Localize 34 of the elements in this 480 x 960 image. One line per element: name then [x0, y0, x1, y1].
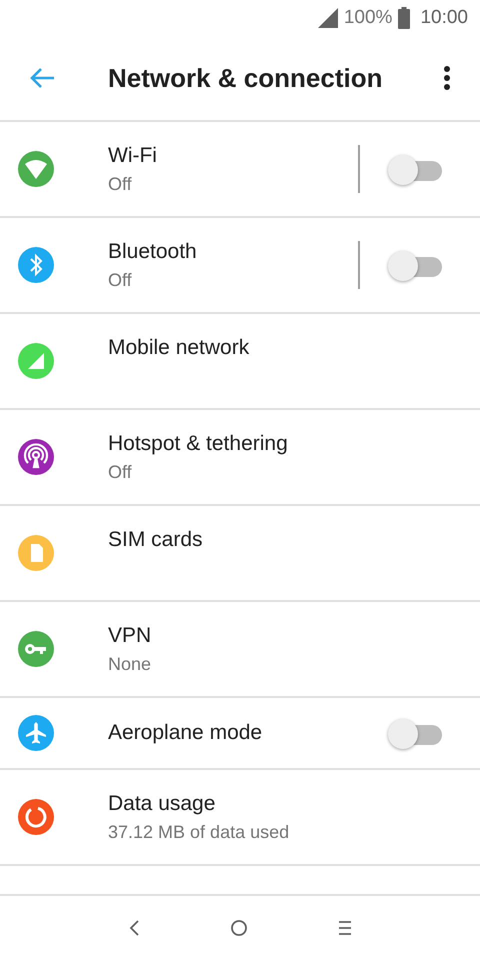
item-title: VPN [108, 624, 152, 648]
battery-level: 100% [344, 7, 392, 29]
toggle-switch[interactable] [388, 250, 442, 280]
toggle-switch[interactable] [388, 718, 442, 748]
item-status: None [108, 654, 152, 675]
item-title: Mobile network [108, 336, 250, 360]
item-status: Off [108, 270, 133, 291]
back-icon[interactable] [128, 919, 140, 937]
settings-item[interactable]: Aeroplane mode [0, 698, 480, 770]
home-icon[interactable] [230, 919, 248, 937]
back-arrow-icon[interactable] [29, 67, 55, 89]
item-title: Wi-Fi [108, 144, 158, 168]
settings-item[interactable]: Wi-Fi Off [0, 122, 480, 218]
item-status: Off [108, 462, 133, 483]
settings-item[interactable]: Bluetooth Off [0, 218, 480, 314]
signal-icon [318, 8, 338, 28]
more-options-icon[interactable] [443, 65, 451, 91]
item-status: 37.12 MB of data used [108, 822, 290, 843]
menu-icon[interactable] [338, 920, 352, 936]
clock-time: 10:00 [420, 7, 468, 29]
item-title: Data usage [108, 792, 216, 816]
screen-title: Network & connection [108, 62, 384, 94]
settings-item[interactable]: Data usage 37.12 MB of data used [0, 770, 480, 866]
toggle-switch[interactable] [388, 154, 442, 184]
settings-item[interactable]: SIM cards [0, 506, 480, 602]
item-status: Off [108, 174, 133, 195]
item-title: Bluetooth [108, 240, 198, 264]
settings-item[interactable]: VPN None [0, 602, 480, 698]
battery-icon [398, 7, 410, 29]
item-title: Aeroplane mode [108, 721, 264, 745]
item-title: SIM cards [108, 528, 204, 552]
settings-item[interactable]: Mobile network [0, 314, 480, 410]
item-title: Hotspot & tethering [108, 432, 289, 456]
settings-item[interactable]: Hotspot & tethering Off [0, 410, 480, 506]
